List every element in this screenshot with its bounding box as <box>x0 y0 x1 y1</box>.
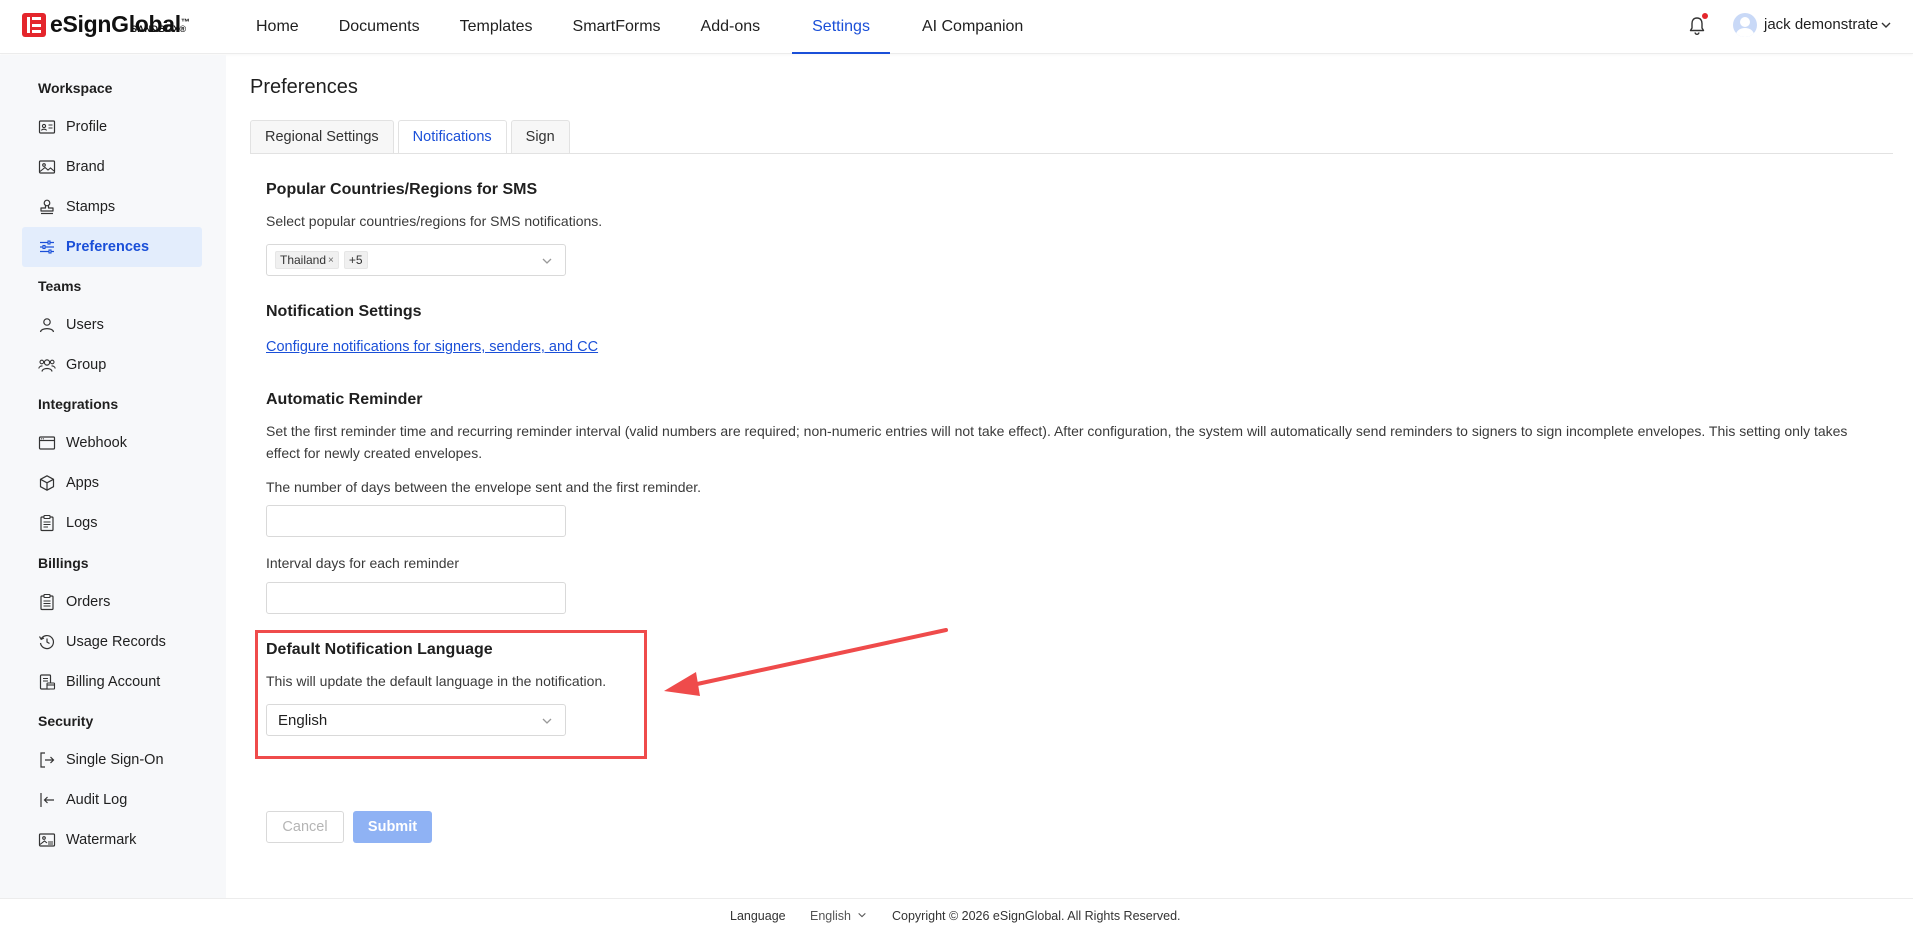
sidebar: Workspace Profile Brand Stamps Preferenc… <box>0 55 226 898</box>
top-bar: eSignGlobal™ SANDBOX® Home Documents Tem… <box>0 0 1913 54</box>
receipt-icon <box>40 593 54 611</box>
nav-settings[interactable]: Settings <box>792 0 890 54</box>
sign-in-icon <box>40 752 55 768</box>
notification-settings-title: Notification Settings <box>266 303 422 320</box>
stamp-icon <box>40 199 54 215</box>
cancel-button[interactable]: Cancel <box>266 811 344 843</box>
automatic-reminder-title: Automatic Reminder <box>266 391 423 408</box>
sidebar-item-label: Webhook <box>66 435 127 451</box>
tabs-divider <box>250 153 1893 154</box>
sidebar-item-label: Apps <box>66 475 100 491</box>
group-icon <box>38 359 56 372</box>
nav-home[interactable]: Home <box>236 0 319 54</box>
close-icon[interactable]: × <box>328 255 334 266</box>
sidebar-group-workspace: Workspace <box>38 80 113 96</box>
nav-add-ons[interactable]: Add-ons <box>681 0 781 54</box>
sidebar-item-label: Single Sign-On <box>66 752 164 768</box>
image-icon <box>38 160 56 174</box>
sandbox-badge: SANDBOX® <box>131 24 187 34</box>
billing-account-icon <box>39 674 56 690</box>
sidebar-item-audit-log[interactable]: Audit Log <box>22 780 202 820</box>
user-name[interactable]: jack demonstrate <box>1764 16 1878 33</box>
interval-reminder-input[interactable] <box>266 582 566 614</box>
sidebar-item-logs[interactable]: Logs <box>22 503 202 543</box>
nav-documents[interactable]: Documents <box>319 0 440 54</box>
footer-language-label: Language <box>730 909 786 923</box>
sidebar-item-label: Preferences <box>66 239 150 255</box>
sidebar-item-label: Billing Account <box>66 674 161 690</box>
sidebar-item-usage-records[interactable]: Usage Records <box>22 622 202 662</box>
sidebar-item-apps[interactable]: Apps <box>22 463 202 503</box>
sidebar-item-preferences[interactable]: Preferences <box>22 227 202 267</box>
annotation-highlight-box <box>255 630 647 759</box>
sidebar-item-group[interactable]: Group <box>22 345 202 385</box>
chevron-down-icon[interactable] <box>1880 19 1892 31</box>
sidebar-item-sso[interactable]: Single Sign-On <box>22 740 202 780</box>
clipboard-icon <box>40 514 54 532</box>
log-in-arrow-icon <box>40 793 54 807</box>
history-icon <box>38 635 54 650</box>
sidebar-item-users[interactable]: Users <box>22 305 202 345</box>
footer-copyright: Copyright © 2026 eSignGlobal. All Rights… <box>892 909 1181 923</box>
page-title: Preferences <box>250 76 358 98</box>
first-reminder-label: The number of days between the envelope … <box>266 479 702 495</box>
sidebar-item-label: Logs <box>66 515 98 531</box>
sidebar-item-label: Brand <box>66 159 105 175</box>
nav-smartforms[interactable]: SmartForms <box>553 0 681 54</box>
logo-mark-icon <box>22 13 46 37</box>
chevron-down-icon <box>542 258 552 264</box>
sidebar-item-profile[interactable]: Profile <box>22 107 202 147</box>
bell-icon[interactable] <box>1688 16 1706 36</box>
sidebar-item-label: Watermark <box>66 832 137 848</box>
sidebar-group-teams: Teams <box>38 278 82 294</box>
interval-reminder-label: Interval days for each reminder <box>266 555 459 571</box>
user-icon <box>39 318 55 333</box>
footer: Language English Copyright © 2026 eSignG… <box>0 898 1913 931</box>
footer-language-select[interactable]: English <box>810 909 867 923</box>
sliders-icon <box>40 240 54 254</box>
nav-ai-companion[interactable]: AI Companion <box>902 0 1043 54</box>
sidebar-item-watermark[interactable]: Watermark <box>22 820 202 860</box>
chevron-down-icon <box>858 912 867 918</box>
sms-countries-select[interactable]: Thailand × +5 <box>266 244 566 276</box>
tab-notifications[interactable]: Notifications <box>397 120 507 154</box>
watermark-icon <box>38 833 56 847</box>
sidebar-item-orders[interactable]: Orders <box>22 582 202 622</box>
sidebar-item-label: Group <box>66 357 107 373</box>
first-reminder-input[interactable] <box>266 505 566 537</box>
automatic-reminder-desc: Set the first reminder time and recurrin… <box>266 423 1848 461</box>
sidebar-item-label: Audit Log <box>66 792 128 808</box>
id-card-icon <box>38 120 56 134</box>
avatar[interactable] <box>1733 13 1757 37</box>
sidebar-item-label: Orders <box>66 594 111 610</box>
sidebar-item-label: Usage Records <box>66 634 166 650</box>
submit-button[interactable]: Submit <box>353 811 432 843</box>
sms-section-desc: Select popular countries/regions for SMS… <box>266 213 603 229</box>
tab-regional-settings[interactable]: Regional Settings <box>250 120 394 154</box>
cube-icon <box>39 475 55 491</box>
window-icon <box>38 436 56 450</box>
country-tag: Thailand × <box>275 251 339 269</box>
sidebar-group-security: Security <box>38 713 94 729</box>
sidebar-item-brand[interactable]: Brand <box>22 147 202 187</box>
sidebar-item-label: Stamps <box>66 199 116 215</box>
sms-section-title: Popular Countries/Regions for SMS <box>266 181 538 198</box>
sidebar-item-billing-account[interactable]: Billing Account <box>22 662 202 702</box>
main-nav: Home Documents Templates SmartForms Add-… <box>236 0 1043 54</box>
notification-dot <box>1702 13 1708 19</box>
sidebar-item-webhook[interactable]: Webhook <box>22 423 202 463</box>
sidebar-group-billings: Billings <box>38 555 89 571</box>
sidebar-group-integrations: Integrations <box>38 396 119 412</box>
sidebar-item-label: Profile <box>66 119 108 135</box>
more-tags-badge: +5 <box>343 251 368 269</box>
sidebar-item-label: Users <box>66 317 104 333</box>
tab-bar: Regional Settings Notifications Sign <box>250 120 574 154</box>
configure-notifications-link[interactable]: Configure notifications for signers, sen… <box>266 339 598 355</box>
sidebar-item-stamps[interactable]: Stamps <box>22 187 202 227</box>
tab-sign[interactable]: Sign <box>510 120 570 154</box>
nav-templates[interactable]: Templates <box>440 0 553 54</box>
